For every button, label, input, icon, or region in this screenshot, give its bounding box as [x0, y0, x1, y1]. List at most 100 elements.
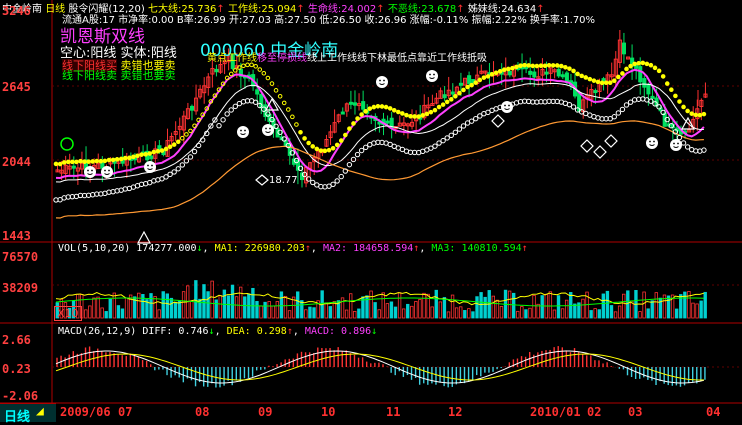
smiley-face-icon — [670, 139, 682, 151]
yellow-dot — [371, 104, 377, 110]
smiley-face-icon-eye — [147, 164, 149, 167]
yellow-dot — [127, 155, 132, 161]
white-dot — [220, 117, 226, 123]
volume-bar — [161, 291, 165, 319]
candle-body — [450, 91, 455, 95]
yellow-dot — [506, 66, 511, 72]
volume-bar — [96, 296, 100, 319]
yellow-dot — [575, 71, 580, 77]
yellow-dot — [302, 136, 307, 141]
smiley-face-icon-eye — [269, 127, 271, 130]
x-label-9: 02 — [587, 405, 602, 419]
volume-bar — [613, 311, 618, 319]
volume-bar — [206, 291, 210, 319]
white-dot — [676, 134, 683, 141]
yellow-dot — [526, 63, 532, 68]
yellow-dot — [143, 152, 148, 157]
x-label-2: 07 — [118, 405, 133, 419]
candle-body — [149, 155, 154, 160]
yellow-dot — [701, 111, 707, 117]
smiley-face-icon-eye — [265, 127, 267, 130]
legend-sell-yellow: 卖错也要卖 — [120, 69, 176, 82]
volume-bar — [300, 300, 304, 319]
yellow-dot — [603, 80, 609, 86]
white-dot — [175, 166, 181, 172]
white-dot — [330, 181, 336, 187]
volume-bar — [597, 309, 601, 319]
yellow-dot — [420, 113, 426, 118]
yellow-dot — [94, 158, 100, 164]
white-dot — [310, 179, 316, 186]
smiley-face-icon — [144, 161, 156, 173]
volume-bar — [308, 306, 312, 319]
yellow-dot — [465, 84, 470, 90]
smiley-face-icon-eye — [244, 129, 246, 132]
yellow-dot — [428, 109, 434, 115]
volume-bar — [324, 302, 328, 319]
yellow-dot — [424, 111, 430, 117]
yellow-dot — [595, 79, 601, 85]
yellow-dot — [412, 114, 417, 119]
ann-above: 线上工作线 — [307, 53, 357, 64]
yellow-dot — [648, 62, 654, 68]
volume-bar — [173, 301, 178, 319]
volume-bar — [434, 289, 438, 319]
white-dot — [611, 114, 617, 120]
candle-body — [189, 105, 195, 111]
macd-diff: DIFF: 0.746 — [142, 326, 209, 337]
yellow-dot — [453, 93, 458, 99]
y-label-macd-1: 2.66 — [2, 333, 31, 347]
volume-bar — [137, 292, 141, 319]
yellow-dot — [57, 161, 63, 167]
yellow-dot — [583, 75, 589, 80]
yellow-dot — [530, 63, 536, 69]
yellow-dot — [616, 74, 621, 80]
volume-bar — [422, 292, 426, 319]
yellow-dot — [78, 158, 83, 164]
volume-bar — [703, 291, 707, 319]
volume-bar — [401, 308, 406, 319]
smiley-face-icon — [101, 166, 113, 178]
yellow-dot — [685, 108, 690, 114]
yellow-dot — [351, 121, 356, 126]
yellow-dot — [440, 102, 446, 107]
x-label-3: 08 — [195, 405, 210, 419]
candle-body — [361, 101, 366, 110]
x-label-8: 2010/01 — [530, 405, 581, 419]
candle-body — [642, 78, 647, 88]
volume-bar — [479, 292, 483, 319]
volume-bar — [552, 309, 557, 319]
volume-bar — [283, 295, 288, 319]
candle-body — [544, 71, 549, 75]
triangle-marker-icon — [136, 230, 152, 244]
yellow-dot — [334, 142, 340, 148]
yellow-dot — [375, 104, 381, 109]
volume-bar — [528, 307, 532, 319]
period-tab[interactable]: 日线 ◢ — [0, 403, 56, 425]
volume-bar — [471, 311, 475, 319]
volume-bar — [414, 301, 418, 319]
volume-bar — [149, 293, 153, 319]
volume-bar — [491, 295, 495, 319]
yellow-dot — [318, 148, 324, 153]
volume-bar — [642, 291, 646, 319]
yellow-dot — [542, 63, 548, 69]
yellow-dot — [102, 158, 108, 164]
white-dot — [701, 147, 707, 153]
yellow-dot — [444, 99, 450, 105]
smiley-face-icon — [376, 76, 388, 88]
yellow-dot — [664, 81, 670, 86]
yellow-dot — [322, 148, 328, 154]
yellow-dot — [131, 154, 136, 160]
macd-dea: DEA: 0.298 — [226, 326, 287, 337]
candle-body — [650, 95, 655, 99]
yellow-dot — [310, 144, 316, 149]
white-dot — [432, 143, 438, 149]
volume-bar — [540, 295, 544, 319]
volume-bar — [646, 308, 650, 319]
volume-bar — [589, 310, 593, 319]
smiley-face-icon-eye — [508, 104, 510, 107]
yellow-dot — [501, 67, 507, 73]
low-point-diamond-icon — [255, 174, 269, 186]
white-dot — [183, 158, 190, 164]
